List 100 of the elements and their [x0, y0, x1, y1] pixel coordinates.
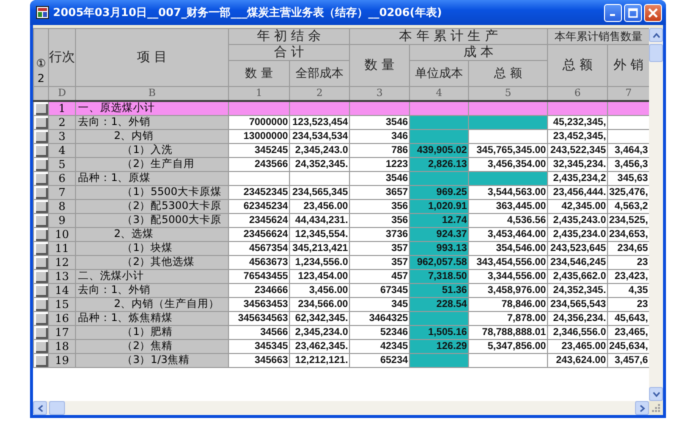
- outline-level-button[interactable]: 2: [34, 71, 48, 86]
- table-cell: 51.36: [410, 284, 468, 298]
- table-cell: 345,63: [608, 172, 649, 186]
- row-label: （3）1/3焦精: [76, 354, 228, 368]
- row-selector[interactable]: [34, 186, 48, 200]
- table-cell: 924.37: [410, 228, 468, 242]
- vertical-scrollbar[interactable]: [649, 28, 663, 401]
- table-cell: 346: [350, 130, 410, 144]
- row-label: 品种：1、炼焦精煤: [76, 312, 228, 326]
- table-cell: 2,346,556.0: [548, 326, 608, 340]
- window-title: 2005年03月10日__007_财务一部___煤炭主营业务表（结存）__0206(年表): [53, 5, 443, 20]
- row-selector[interactable]: [34, 312, 48, 326]
- row-label: （1）入洗: [76, 144, 228, 158]
- minimize-button[interactable]: [604, 4, 622, 22]
- table-cell: 12.74: [410, 214, 468, 228]
- row-selector[interactable]: [34, 242, 48, 256]
- table-cell: 345,765,345.00: [468, 144, 548, 158]
- table-cell: 993.13: [410, 242, 468, 256]
- table-cell: 234,566.00: [290, 298, 350, 312]
- close-button[interactable]: [644, 4, 662, 22]
- column-header: 外 销: [608, 44, 649, 86]
- table-cell: 345: [350, 298, 410, 312]
- row-selector[interactable]: [34, 284, 48, 298]
- table-cell: 962,057.58: [410, 256, 468, 270]
- row-selector[interactable]: [34, 116, 48, 130]
- table-cell: 356: [350, 214, 410, 228]
- table-cell: 457: [350, 270, 410, 284]
- table-cell: 363,445.00: [468, 200, 548, 214]
- outline-level-button[interactable]: ①: [34, 56, 48, 71]
- row-selector[interactable]: [34, 130, 48, 144]
- table-cell: 23: [608, 298, 649, 312]
- scroll-right-button[interactable]: [635, 401, 649, 415]
- row-selector[interactable]: [34, 144, 48, 158]
- table-cell: 243,624.00: [548, 354, 608, 368]
- table-cell: 62345234: [228, 200, 290, 214]
- row-label: （1）5500大卡原煤: [76, 186, 228, 200]
- horizontal-scrollbar[interactable]: [33, 401, 649, 415]
- table-cell: 234,653,: [608, 228, 649, 242]
- scroll-thumb[interactable]: [49, 401, 65, 415]
- scroll-up-button[interactable]: [649, 28, 663, 42]
- column-header: 总 额: [468, 60, 548, 86]
- maximize-button[interactable]: [624, 4, 642, 22]
- row-selector[interactable]: [34, 256, 48, 270]
- table-cell: 345345: [228, 340, 290, 354]
- table-cell: 7,878.00: [468, 312, 548, 326]
- table-cell: 234666: [228, 284, 290, 298]
- column-header: 全部成本: [290, 60, 350, 86]
- table-cell: 228.54: [410, 298, 468, 312]
- row-selector[interactable]: [34, 200, 48, 214]
- table-cell: 13000000: [228, 130, 290, 144]
- table-cell: 3736: [350, 228, 410, 242]
- table-cell: 234,65: [608, 242, 649, 256]
- table-cell: 2,435,234,2: [548, 172, 608, 186]
- table-cell: 32,345,234.: [548, 158, 608, 172]
- table-cell: 2,435,234.0: [548, 228, 608, 242]
- table-cell: 243566: [228, 158, 290, 172]
- row-label: 去向：1、外销: [76, 116, 228, 130]
- table-cell: 1,505.16: [410, 326, 468, 340]
- table-cell: 23,465,: [608, 326, 649, 340]
- row-label: （2）焦精: [76, 340, 228, 354]
- table-cell: 3,453,464.00: [468, 228, 548, 242]
- row-selector[interactable]: [34, 172, 48, 186]
- table-cell: 2,345,243.0: [290, 144, 350, 158]
- row-selector[interactable]: [34, 214, 48, 228]
- table-cell: 42345: [350, 340, 410, 354]
- app-icon: [36, 6, 49, 19]
- row-selector[interactable]: [34, 340, 48, 354]
- table-cell: 2345624: [228, 214, 290, 228]
- column-header: 项 目: [76, 28, 228, 86]
- row-selector[interactable]: [34, 326, 48, 340]
- table-cell: 345663: [228, 354, 290, 368]
- table-cell: 3,456.00: [290, 284, 350, 298]
- close-icon: [648, 8, 658, 18]
- scroll-thumb[interactable]: [649, 44, 663, 62]
- table-cell: 234,525,: [608, 214, 649, 228]
- table-cell: 3,458,976.00: [468, 284, 548, 298]
- table-cell: 234,546,245: [548, 256, 608, 270]
- column-header: 数 量: [350, 44, 410, 86]
- row-selector[interactable]: [34, 101, 48, 116]
- resize-grip-icon[interactable]: [651, 403, 661, 413]
- row-selector[interactable]: [34, 270, 48, 284]
- row-selector[interactable]: [34, 158, 48, 172]
- table-cell: 12,212,121.: [290, 354, 350, 368]
- table-cell: 345634563: [228, 312, 290, 326]
- table-cell: 7000000: [228, 116, 290, 130]
- column-header: 总 额: [548, 44, 608, 86]
- maximize-icon: [628, 8, 638, 18]
- table-cell: 23: [608, 256, 649, 270]
- table-cell: 24,352,345.: [290, 158, 350, 172]
- scroll-left-button[interactable]: [33, 401, 47, 415]
- row-selector[interactable]: [34, 228, 48, 242]
- row-selector[interactable]: [34, 298, 48, 312]
- row-label: （2）生产自用: [76, 158, 228, 172]
- row-selector[interactable]: [34, 354, 48, 368]
- table-cell: 78,846.00: [468, 298, 548, 312]
- scroll-down-button[interactable]: [649, 387, 663, 401]
- table-cell: 969.25: [410, 186, 468, 200]
- row-label: 一、原选煤小计: [76, 101, 228, 116]
- table-cell: 2,345,234.0: [290, 326, 350, 340]
- table-cell: 345,213,421: [290, 242, 350, 256]
